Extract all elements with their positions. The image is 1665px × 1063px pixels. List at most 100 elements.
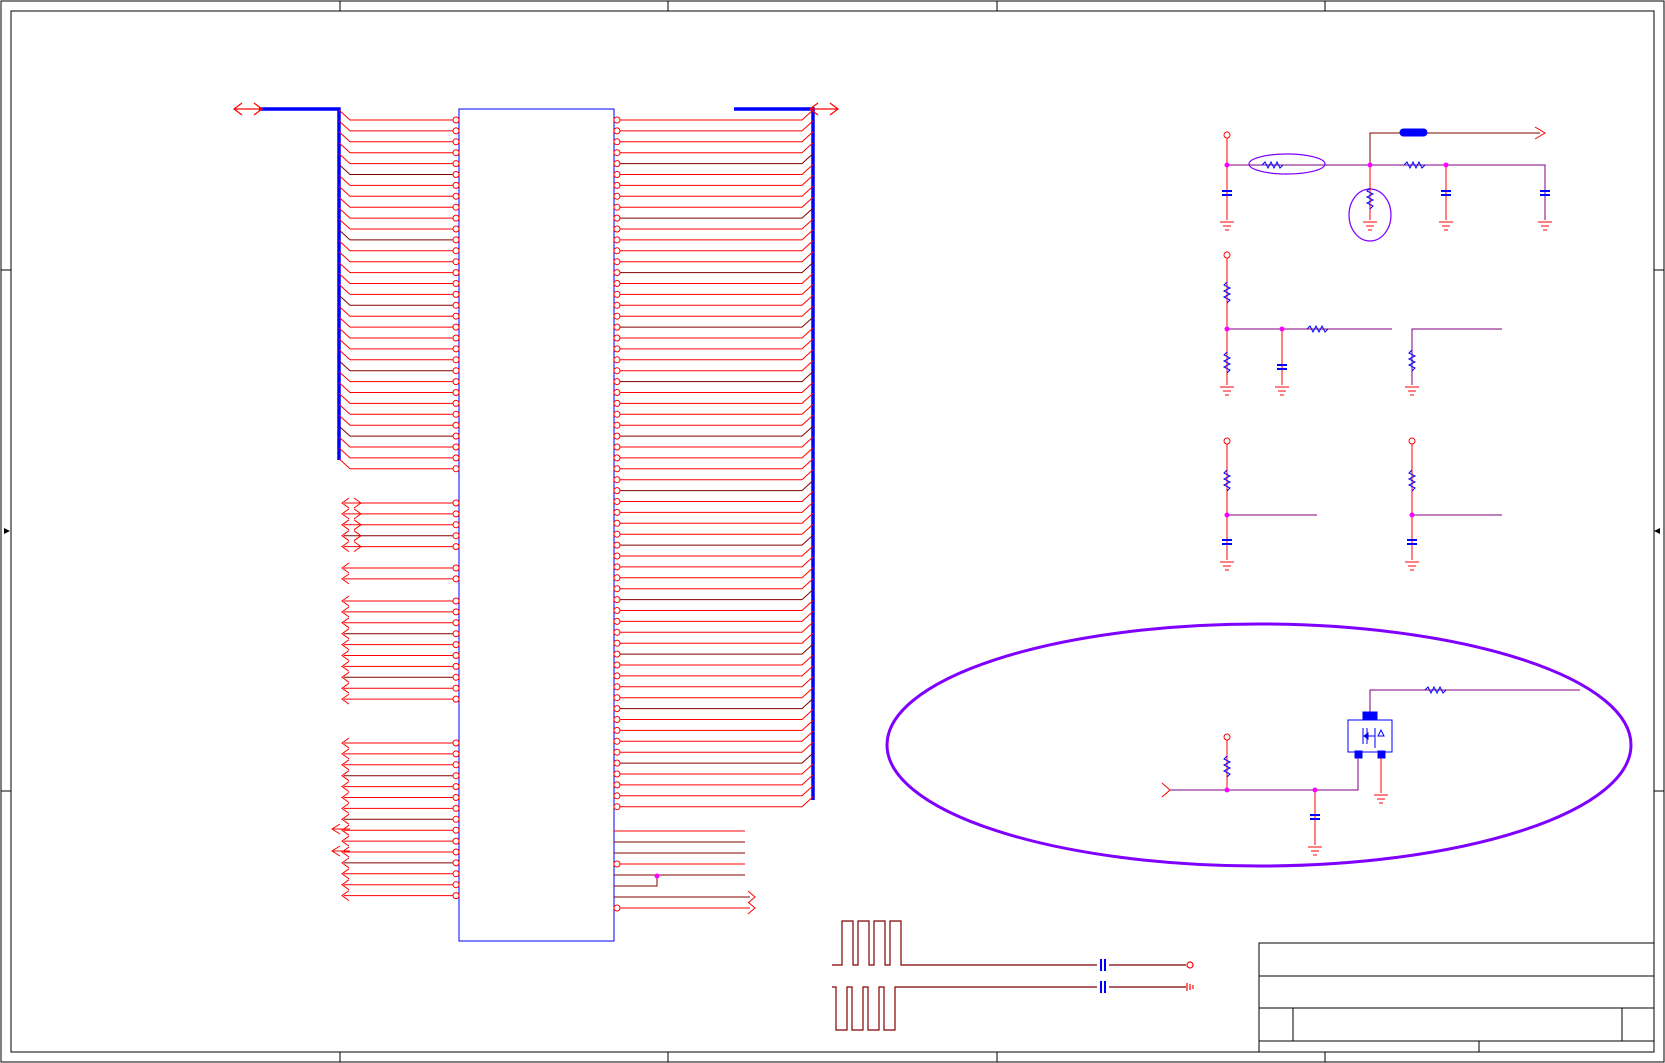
bus-wire	[617, 240, 814, 252]
pin	[613, 585, 621, 593]
pin	[613, 705, 621, 713]
right-extra-nets	[613, 830, 756, 915]
pin	[613, 160, 621, 168]
bus-wire	[617, 251, 814, 263]
bus-wire	[617, 175, 814, 186]
pin	[613, 508, 621, 516]
pin	[452, 454, 460, 462]
bus-wire	[617, 621, 814, 633]
pin	[452, 410, 460, 418]
bus-wire	[617, 447, 814, 459]
bus-wire	[338, 436, 456, 448]
pin	[452, 870, 460, 878]
pin	[613, 356, 621, 364]
pin	[452, 783, 460, 791]
bus-wire	[338, 305, 456, 317]
bus-wire	[338, 393, 456, 404]
pin	[452, 214, 460, 222]
pin	[613, 127, 621, 135]
bus-wire	[338, 284, 456, 295]
pin	[613, 726, 621, 734]
pin	[452, 826, 460, 834]
pin	[452, 192, 460, 200]
pin	[452, 345, 460, 353]
pin	[452, 684, 460, 692]
pin	[613, 617, 621, 625]
pin	[452, 323, 460, 331]
pin	[452, 432, 460, 440]
pin	[613, 792, 621, 800]
pin	[613, 247, 621, 255]
pin	[613, 258, 621, 266]
pin	[452, 761, 460, 769]
pin	[613, 541, 621, 549]
bus-wire	[617, 153, 814, 165]
bus-wire	[617, 545, 814, 557]
bus-wire	[617, 512, 814, 524]
bus-wire	[338, 371, 456, 383]
pin	[613, 312, 621, 320]
bus-wire	[338, 164, 456, 175]
pin	[613, 803, 621, 811]
bus-wire	[617, 436, 814, 448]
filter-network	[1220, 126, 1552, 242]
bus-wire	[338, 447, 456, 459]
pin	[452, 794, 460, 801]
pin	[452, 269, 460, 277]
pin	[452, 138, 460, 146]
pin	[613, 116, 621, 124]
pin	[452, 892, 460, 900]
bus-wire	[338, 196, 456, 208]
bus-wire	[338, 175, 456, 186]
bus-wire	[617, 709, 814, 720]
highlight-ellipse	[885, 622, 1633, 868]
pin	[452, 673, 460, 681]
bus-wire	[617, 687, 814, 699]
pin	[613, 716, 621, 723]
pin	[613, 203, 621, 211]
pin	[613, 399, 621, 407]
pin	[452, 290, 460, 298]
right-bus	[613, 102, 839, 811]
pin	[452, 203, 460, 211]
pin	[613, 432, 621, 440]
bus-wire	[338, 262, 456, 274]
pin	[613, 628, 621, 636]
pin	[613, 487, 621, 495]
bus-wire	[338, 131, 456, 143]
bus-wire	[617, 578, 814, 590]
bus-wire	[338, 142, 456, 154]
pin	[452, 815, 460, 823]
pin	[613, 530, 621, 538]
bus-wire	[617, 785, 814, 797]
bus-wire	[617, 284, 814, 295]
bus-wire	[338, 120, 456, 132]
pin	[613, 574, 621, 582]
pin	[613, 334, 621, 342]
bus-wire	[617, 698, 814, 710]
title-block	[1258, 942, 1655, 1053]
bus-wire	[338, 349, 456, 361]
pin	[452, 499, 460, 507]
pin	[452, 236, 460, 244]
pin	[452, 225, 460, 233]
pin	[452, 837, 460, 845]
bus-wire	[338, 316, 456, 328]
pin	[613, 650, 621, 658]
pin	[613, 639, 621, 647]
bus-wire	[617, 796, 814, 808]
bus-wire	[617, 382, 814, 393]
right-bus-wires	[613, 109, 814, 811]
pin	[613, 607, 621, 614]
pin	[452, 116, 460, 124]
pin	[452, 280, 460, 287]
pin	[452, 149, 460, 157]
pin	[452, 378, 460, 386]
bus-wire	[617, 327, 814, 339]
bus-wire	[617, 774, 814, 786]
bus-wire	[338, 229, 456, 241]
pin	[613, 596, 621, 604]
bidir-port	[331, 845, 350, 857]
bus-wire	[338, 327, 456, 339]
pin	[613, 225, 621, 233]
